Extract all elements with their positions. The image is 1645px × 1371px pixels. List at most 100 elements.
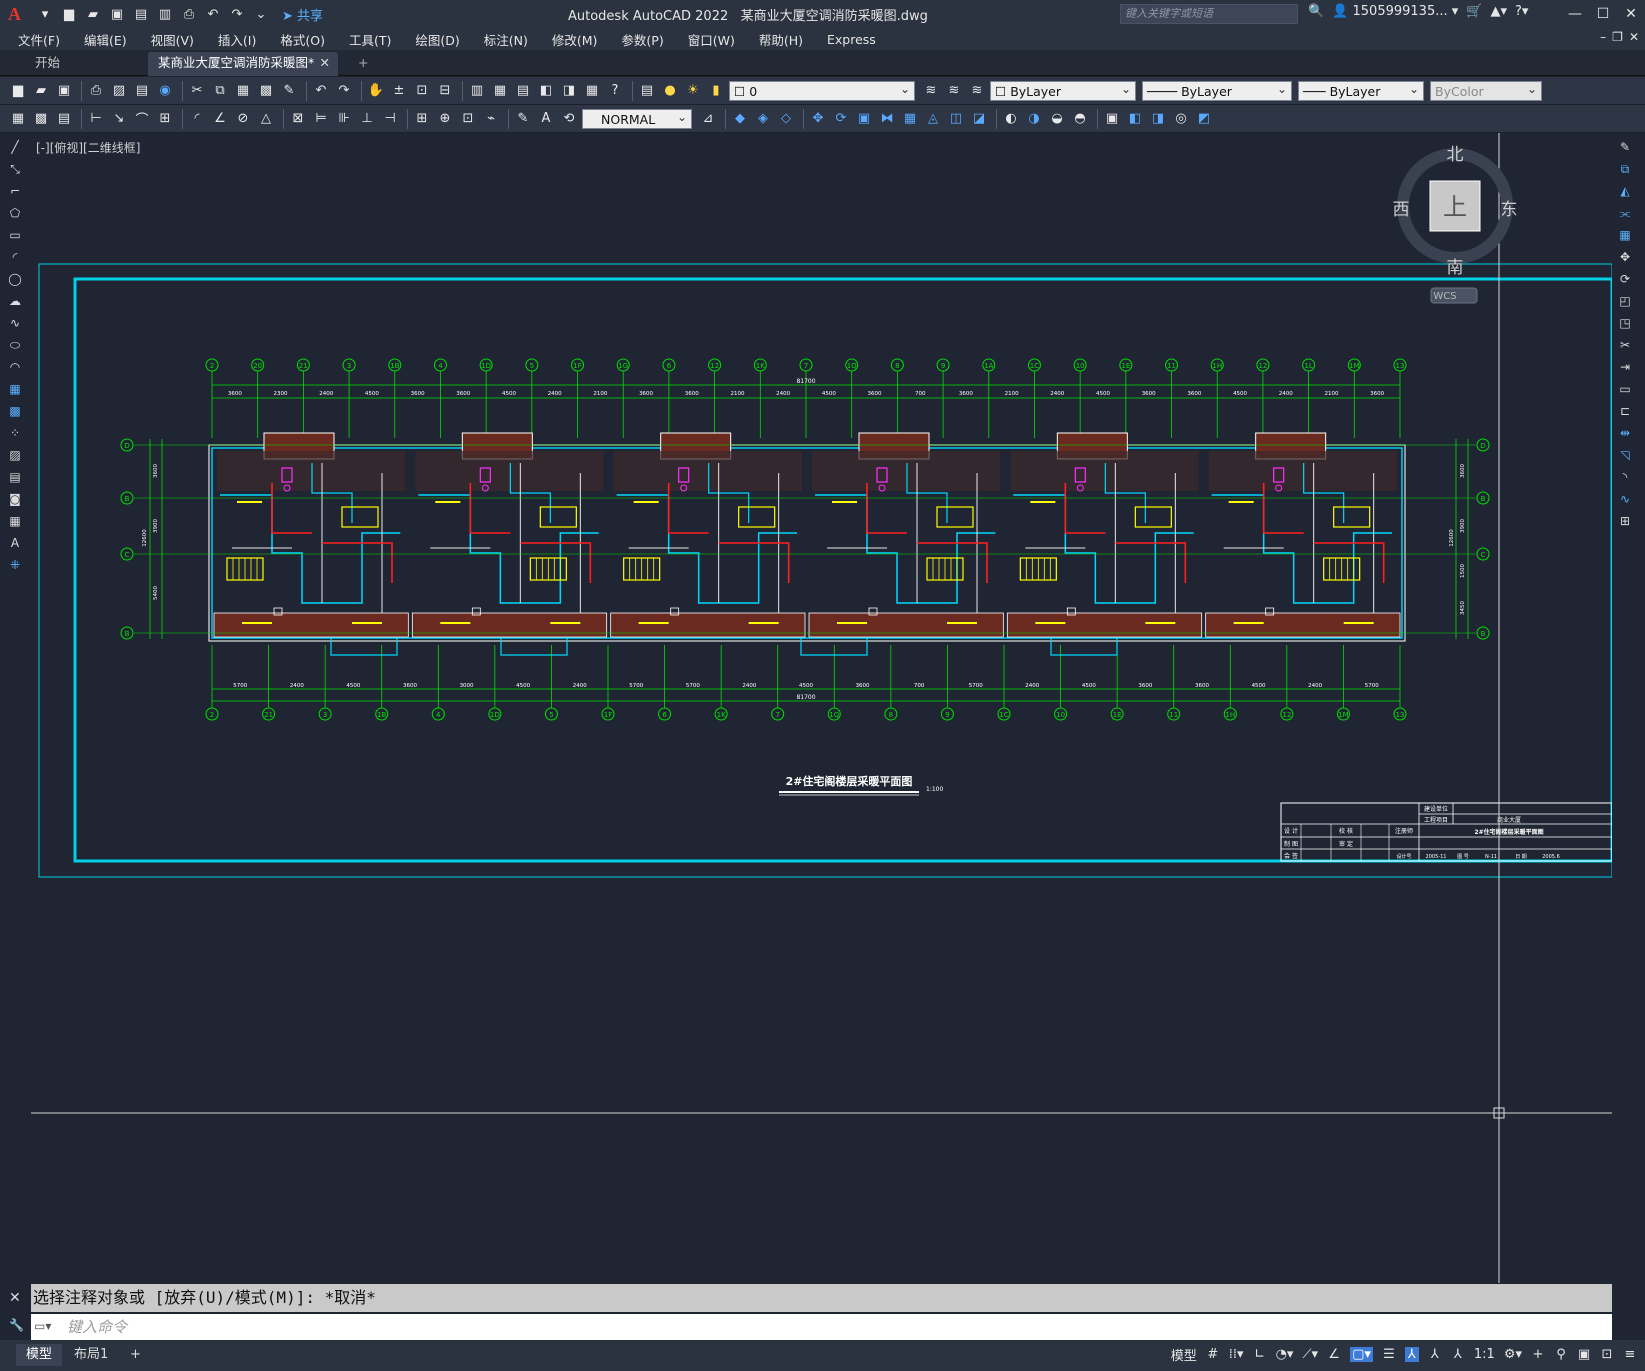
layer-previous-icon[interactable]: ≋	[944, 81, 964, 101]
light-icon[interactable]: ◓	[1070, 109, 1090, 129]
walk-icon[interactable]: ◧	[1125, 109, 1145, 129]
menu-draw[interactable]: 绘图(D)	[415, 30, 459, 49]
minimize-icon[interactable]: —	[1561, 0, 1589, 28]
doc-restore-icon[interactable]: ❐	[1612, 30, 1623, 44]
table-style-icon[interactable]: ▤	[54, 109, 74, 129]
drawing-canvas[interactable]: 2 20 21 3 1B 4 1D 5 1F 1G 6 12 1K 7 1Q 8 9 1A 1C 10 1E 11 1H 12…	[31, 133, 1612, 1283]
save-icon[interactable]: ▣	[108, 5, 126, 23]
auto-scale-icon[interactable]: ⅄	[1428, 1347, 1442, 1362]
region-icon[interactable]: ◙	[5, 489, 25, 509]
annotation-visibility-icon[interactable]: ⅄	[1404, 1347, 1419, 1362]
layer-dropdown[interactable]: ☐ 0	[729, 79, 915, 101]
grid-icon[interactable]: #	[1206, 1347, 1220, 1362]
undo-icon[interactable]: ↶	[311, 81, 331, 101]
match-properties-icon[interactable]: ▩	[256, 81, 276, 101]
save-as-icon[interactable]: ▤	[132, 5, 150, 23]
design-center-icon[interactable]: ▦	[490, 81, 510, 101]
workspace-gear-icon[interactable]: ⚙▾	[1504, 1347, 1522, 1362]
linetype-dropdown[interactable]: ──── ByLayer	[1142, 79, 1292, 101]
rectangle-icon[interactable]: ▭	[5, 225, 25, 245]
user-menu[interactable]: 👤 1505999135... ▾	[1332, 4, 1458, 19]
close-icon[interactable]: ✕	[1617, 0, 1645, 28]
stretch-icon[interactable]: ◳	[1615, 313, 1635, 333]
customize-icon[interactable]: ≡	[1623, 1347, 1637, 1362]
join-icon[interactable]: ⇹	[1615, 423, 1635, 443]
command-prompt-icon[interactable]: ▭▾	[34, 1319, 60, 1335]
layer-lock-icon[interactable]: ▮	[706, 81, 726, 101]
chamfer-icon[interactable]: ◹	[1615, 445, 1635, 465]
orbit-icon[interactable]: ◎	[1171, 109, 1191, 129]
arc-icon[interactable]: ◜	[5, 247, 25, 267]
layout-tab-layout1[interactable]: 布局1	[64, 1344, 118, 1366]
osnap-tracking-icon[interactable]: ∠	[1327, 1347, 1341, 1362]
visual-style-icon[interactable]: ◐	[1001, 109, 1021, 129]
quick-properties-icon[interactable]: ▣	[1577, 1347, 1591, 1362]
layer-state-icon[interactable]: ≋	[967, 81, 987, 101]
move-icon[interactable]: ✥	[1615, 247, 1635, 267]
lineweight-icon[interactable]: ☰	[1382, 1347, 1396, 1362]
jogged-dim-icon[interactable]: ∠	[210, 109, 230, 129]
help-icon[interactable]: ?	[605, 81, 625, 101]
viewcube-south[interactable]: 南	[1447, 258, 1464, 278]
command-input[interactable]: 键入命令	[31, 1314, 1612, 1340]
new-file-icon[interactable]: ▆	[60, 5, 78, 23]
menu-modify[interactable]: 修改(M)	[552, 30, 598, 49]
properties-icon[interactable]: ▥	[467, 81, 487, 101]
scale-icon[interactable]: ◰	[1615, 291, 1635, 311]
tolerance-icon[interactable]: ⊞	[412, 109, 432, 129]
spline-icon[interactable]: ∿	[5, 313, 25, 333]
viewcube-north[interactable]: 北	[1447, 145, 1464, 165]
break-at-point-icon[interactable]: ▭	[1615, 379, 1635, 399]
baseline-dim-icon[interactable]: ⊨	[311, 109, 331, 129]
clean-screen-icon[interactable]: ⊡	[1600, 1347, 1614, 1362]
menu-express[interactable]: Express	[827, 32, 876, 47]
fillet-icon[interactable]: ◝	[1615, 467, 1635, 487]
ellipse-icon[interactable]: ⬭	[5, 335, 25, 355]
hatch-icon[interactable]: ▨	[5, 445, 25, 465]
lineweight-dropdown[interactable]: ─── ByLayer	[1298, 79, 1424, 101]
zoom-realtime-icon[interactable]: ±	[389, 81, 409, 101]
diameter-dim-icon[interactable]: ⊘	[233, 109, 253, 129]
publish-icon[interactable]: ▥	[156, 5, 174, 23]
render-icon[interactable]: ◑	[1024, 109, 1044, 129]
doc-close-icon[interactable]: ✕	[1629, 30, 1639, 44]
tab-document[interactable]: 某商业大厦空调消防采暖图* ✕	[148, 52, 338, 76]
annotation-scale-value[interactable]: 1:1	[1474, 1347, 1495, 1362]
animation-icon[interactable]: ◩	[1194, 109, 1214, 129]
paste-icon[interactable]: ▦	[233, 81, 253, 101]
dim-text-edit-icon[interactable]: A	[536, 109, 556, 129]
ellipse-arc-icon[interactable]: ◠	[5, 357, 25, 377]
mirror-icon[interactable]: ◭	[1615, 181, 1635, 201]
preview-icon[interactable]: ▨	[109, 81, 129, 101]
viewcube-west[interactable]: 西	[1393, 200, 1410, 220]
osnap-icon[interactable]: ▢▾	[1350, 1347, 1373, 1362]
redo-icon[interactable]: ↷	[334, 81, 354, 101]
copy-icon[interactable]: ⧉	[210, 81, 230, 101]
blend-curves-icon[interactable]: ∿	[1615, 489, 1635, 509]
search-icon[interactable]: 🔍	[1308, 4, 1324, 19]
3d-align-icon[interactable]: ▣	[854, 109, 874, 129]
make-block-icon[interactable]: ▩	[5, 401, 25, 421]
isodraft-icon[interactable]: ⟋▾	[1302, 1347, 1318, 1362]
polar-icon[interactable]: ◔▾	[1276, 1347, 1294, 1362]
trim-icon[interactable]: ✂	[1615, 335, 1635, 355]
3d-dwf-icon[interactable]: ◉	[155, 81, 175, 101]
point-icon[interactable]: ⁘	[5, 423, 25, 443]
dim-style-dropdown[interactable]: NORMAL	[582, 107, 692, 129]
layout-tab-add[interactable]: +	[120, 1344, 151, 1366]
dim-space-icon[interactable]: ⊥	[357, 109, 377, 129]
jogged-linear-icon[interactable]: ⌁	[481, 109, 501, 129]
dim-style-manager-icon[interactable]: ⊿	[698, 109, 718, 129]
annotation-monitor-icon[interactable]: +	[1531, 1347, 1545, 1362]
offset-icon[interactable]: ⫘	[1615, 203, 1635, 223]
zoom-previous-icon[interactable]: ⊟	[435, 81, 455, 101]
gradient-icon[interactable]: ▤	[5, 467, 25, 487]
polyline-icon[interactable]: ⌐	[5, 181, 25, 201]
plotstyle-dropdown[interactable]: ByColor	[1430, 79, 1542, 101]
menu-tools[interactable]: 工具(T)	[349, 30, 391, 49]
doc-minimize-icon[interactable]: –	[1600, 30, 1606, 44]
menu-dimension[interactable]: 标注(N)	[484, 30, 528, 49]
line-icon[interactable]: ╱	[5, 137, 25, 157]
cart-icon[interactable]: 🛒	[1466, 4, 1482, 19]
material-icon[interactable]: ◒	[1047, 109, 1067, 129]
